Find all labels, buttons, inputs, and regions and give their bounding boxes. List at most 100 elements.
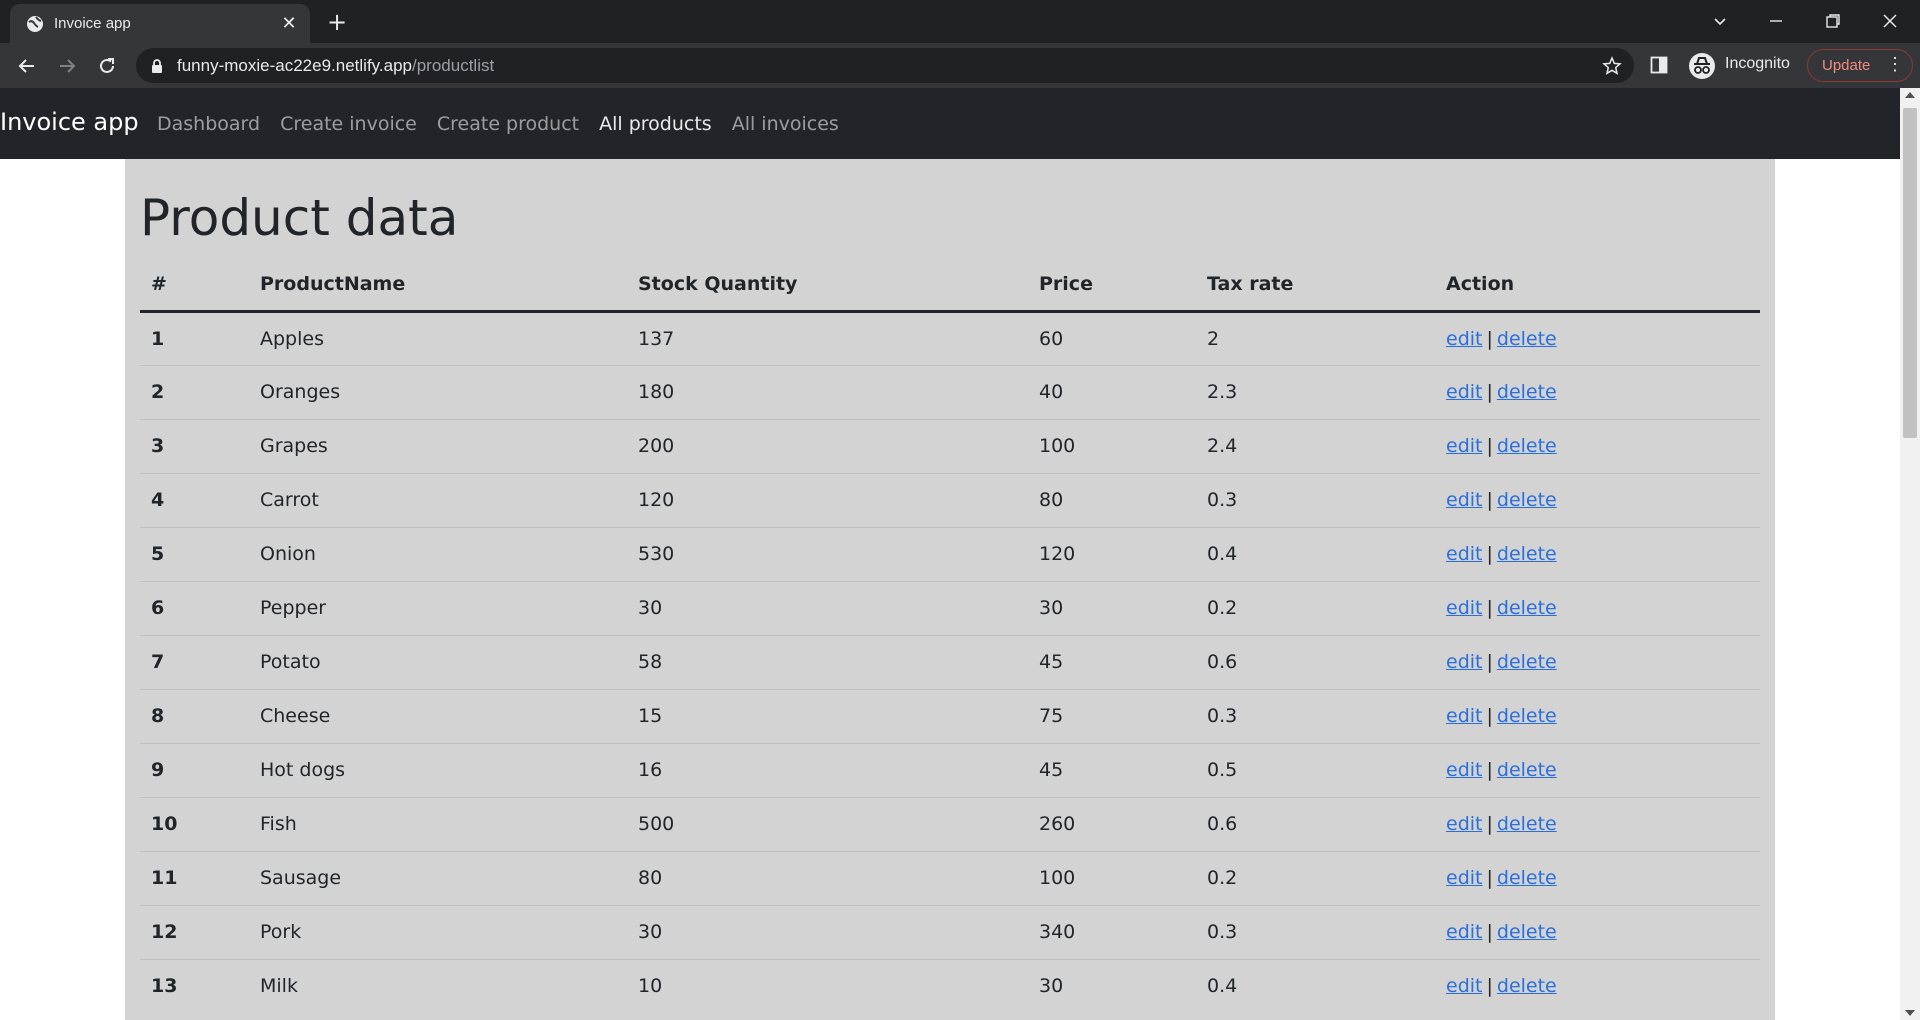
row-index: 2 (140, 364, 249, 419)
update-button[interactable]: Update ⋮ (1807, 49, 1913, 82)
row-product-name: Potato (249, 634, 627, 689)
edit-link[interactable]: edit (1446, 381, 1482, 403)
edit-link[interactable]: edit (1446, 435, 1482, 457)
reload-icon[interactable] (92, 51, 122, 81)
product-table: # ProductName Stock Quantity Price Tax r… (140, 259, 1760, 1013)
nav-link-all-products[interactable]: All products (599, 113, 712, 135)
delete-link[interactable]: delete (1497, 705, 1557, 727)
edit-link[interactable]: edit (1446, 651, 1482, 673)
column-header-price: Price (1028, 259, 1196, 313)
nav-link-dashboard[interactable]: Dashboard (157, 113, 260, 135)
nav-link-all-invoices[interactable]: All invoices (732, 113, 839, 135)
delete-link[interactable]: delete (1497, 759, 1557, 781)
url-text: funny-moxie-ac22e9.netlify.app/productli… (177, 56, 494, 76)
row-tax-rate: 0.2 (1196, 850, 1435, 905)
url-path: /productlist (412, 56, 495, 75)
edit-link[interactable]: edit (1446, 597, 1482, 619)
row-actions: edit | delete (1435, 688, 1760, 743)
row-stock-quantity: 30 (627, 904, 1028, 959)
edit-link[interactable]: edit (1446, 328, 1482, 350)
restore-icon[interactable] (1816, 6, 1850, 36)
action-separator: | (1486, 813, 1493, 835)
action-separator: | (1486, 543, 1493, 565)
row-product-name: Pepper (249, 580, 627, 635)
row-stock-quantity: 200 (627, 418, 1028, 473)
column-header-index: # (140, 259, 249, 313)
row-product-name: Hot dogs (249, 742, 627, 797)
row-actions: edit | delete (1435, 418, 1760, 473)
table-row: 6 Pepper 30 30 0.2 edit | delete (140, 580, 1760, 635)
edit-link[interactable]: edit (1446, 975, 1482, 997)
edit-link[interactable]: edit (1446, 759, 1482, 781)
delete-link[interactable]: delete (1497, 867, 1557, 889)
delete-link[interactable]: delete (1497, 651, 1557, 673)
row-actions: edit | delete (1435, 580, 1760, 635)
forward-icon[interactable] (52, 51, 82, 81)
scroll-up-arrow-icon[interactable] (1905, 92, 1915, 98)
side-panel-icon[interactable] (1650, 56, 1668, 74)
minimize-icon[interactable] (1759, 6, 1793, 36)
row-product-name: Onion (249, 526, 627, 581)
browser-tab[interactable]: Invoice app ✕ (10, 4, 310, 43)
delete-link[interactable]: delete (1497, 435, 1557, 457)
row-tax-rate: 2 (1196, 310, 1435, 365)
edit-link[interactable]: edit (1446, 543, 1482, 565)
scroll-down-arrow-icon[interactable] (1905, 1010, 1915, 1016)
delete-link[interactable]: delete (1497, 975, 1557, 997)
row-tax-rate: 0.6 (1196, 796, 1435, 851)
row-stock-quantity: 30 (627, 580, 1028, 635)
row-price: 45 (1028, 742, 1196, 797)
action-separator: | (1486, 759, 1493, 781)
incognito-icon[interactable] (1688, 52, 1716, 80)
page-scrollbar[interactable] (1900, 88, 1920, 1020)
delete-link[interactable]: delete (1497, 813, 1557, 835)
nav-link-create-product[interactable]: Create product (437, 113, 579, 135)
row-product-name: Pork (249, 904, 627, 959)
table-row: 7 Potato 58 45 0.6 edit | delete (140, 634, 1760, 689)
edit-link[interactable]: edit (1446, 921, 1482, 943)
row-price: 120 (1028, 526, 1196, 581)
close-window-icon[interactable] (1873, 6, 1907, 36)
lock-icon[interactable] (150, 58, 164, 74)
row-stock-quantity: 180 (627, 364, 1028, 419)
row-actions: edit | delete (1435, 742, 1760, 797)
delete-link[interactable]: delete (1497, 921, 1557, 943)
table-row: 9 Hot dogs 16 45 0.5 edit | delete (140, 742, 1760, 797)
column-header-stock-quantity: Stock Quantity (627, 259, 1028, 313)
action-separator: | (1486, 651, 1493, 673)
scrollbar-thumb[interactable] (1903, 108, 1917, 438)
row-index: 4 (140, 472, 249, 527)
delete-link[interactable]: delete (1497, 328, 1557, 350)
delete-link[interactable]: delete (1497, 489, 1557, 511)
row-tax-rate: 0.3 (1196, 904, 1435, 959)
row-tax-rate: 2.3 (1196, 364, 1435, 419)
row-actions: edit | delete (1435, 904, 1760, 959)
tab-search-icon[interactable] (1703, 6, 1737, 36)
action-separator: | (1486, 381, 1493, 403)
edit-link[interactable]: edit (1446, 813, 1482, 835)
edit-link[interactable]: edit (1446, 867, 1482, 889)
edit-link[interactable]: edit (1446, 705, 1482, 727)
bookmark-star-icon[interactable] (1602, 56, 1622, 76)
nav-link-create-invoice[interactable]: Create invoice (280, 113, 417, 135)
brand-logo[interactable]: Invoice app (0, 108, 139, 136)
row-actions: edit | delete (1435, 472, 1760, 527)
delete-link[interactable]: delete (1497, 381, 1557, 403)
close-tab-icon[interactable]: ✕ (278, 13, 300, 35)
back-icon[interactable] (12, 51, 42, 81)
table-header-row: # ProductName Stock Quantity Price Tax r… (140, 259, 1760, 313)
action-separator: | (1486, 867, 1493, 889)
row-price: 75 (1028, 688, 1196, 743)
address-bar[interactable]: funny-moxie-ac22e9.netlify.app/productli… (136, 48, 1634, 83)
row-index: 13 (140, 958, 249, 1013)
action-separator: | (1486, 327, 1493, 350)
action-separator: | (1486, 435, 1493, 457)
row-tax-rate: 2.4 (1196, 418, 1435, 473)
kebab-menu-icon[interactable]: ⋮ (1886, 54, 1904, 75)
table-row: 1 Apples 137 60 2 edit | delete (140, 310, 1760, 365)
row-tax-rate: 0.3 (1196, 472, 1435, 527)
edit-link[interactable]: edit (1446, 489, 1482, 511)
new-tab-icon[interactable]: + (322, 9, 352, 35)
delete-link[interactable]: delete (1497, 543, 1557, 565)
delete-link[interactable]: delete (1497, 597, 1557, 619)
